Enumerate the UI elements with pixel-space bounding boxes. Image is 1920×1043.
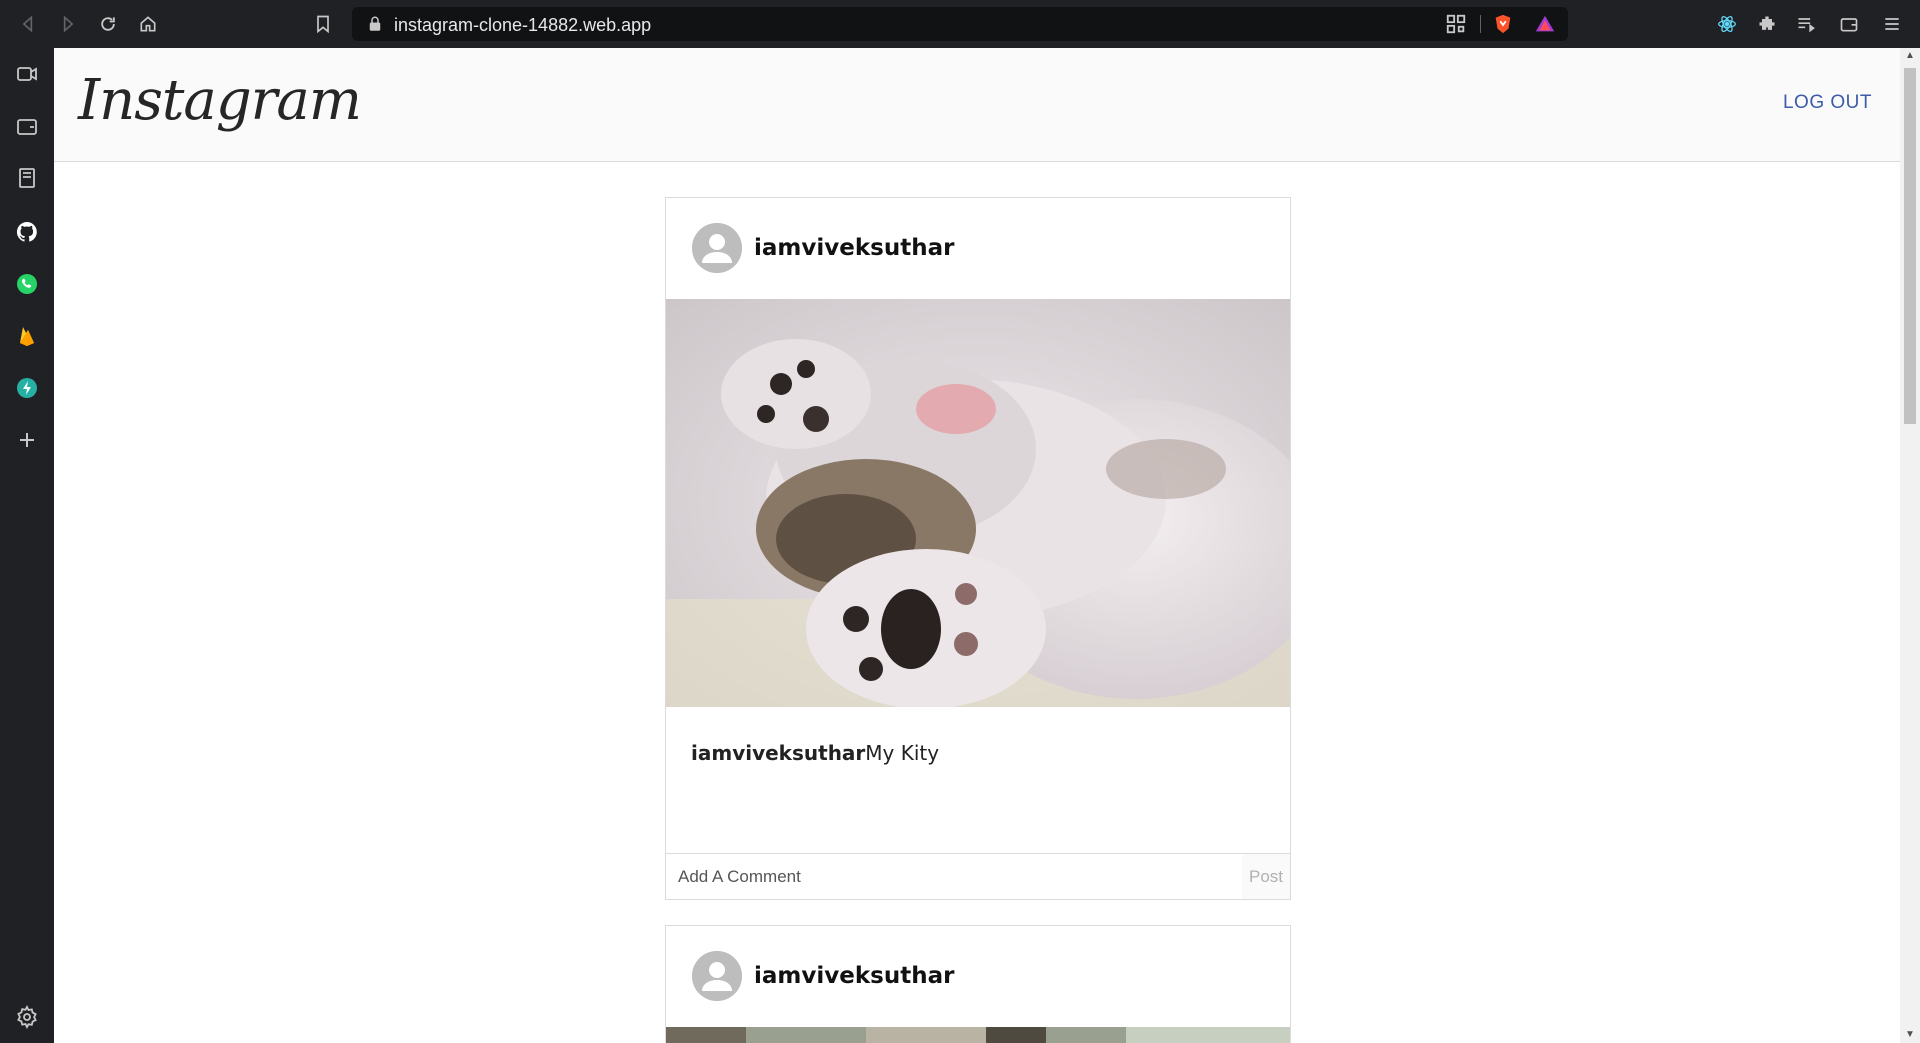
menu-icon[interactable]: [1878, 10, 1906, 38]
bookmark-icon[interactable]: [309, 10, 337, 38]
instagram-logo: Instagram: [78, 68, 362, 133]
brave-rewards-icon[interactable]: [1534, 13, 1556, 35]
post-header: iamviveksuthar: [666, 926, 1290, 1027]
app-header: Instagram LOG OUT: [54, 48, 1900, 162]
playlist-icon[interactable]: [1792, 10, 1820, 38]
back-icon[interactable]: [14, 10, 42, 38]
scroll-thumb[interactable]: [1904, 68, 1916, 424]
settings-icon[interactable]: [13, 1003, 41, 1031]
add-panel-icon[interactable]: [13, 426, 41, 454]
whatsapp-icon[interactable]: [13, 270, 41, 298]
wallet-sidebar-icon[interactable]: [13, 112, 41, 140]
scroll-up-icon[interactable]: ▲: [1905, 51, 1915, 61]
video-icon[interactable]: [13, 60, 41, 88]
lock-icon: [366, 15, 384, 33]
logout-button[interactable]: LOG OUT: [1783, 92, 1872, 114]
firebase-icon[interactable]: [13, 322, 41, 350]
post-comment-button[interactable]: Post: [1242, 854, 1290, 899]
post-card: iamviveksuthar: [665, 925, 1291, 1043]
caption-text: My Kity: [865, 741, 940, 765]
speed-dial-icon[interactable]: [13, 374, 41, 402]
post-username[interactable]: iamviveksuthar: [754, 963, 954, 989]
forward-icon[interactable]: [54, 10, 82, 38]
react-devtools-icon[interactable]: [1713, 10, 1741, 38]
post-image[interactable]: [666, 299, 1290, 707]
reload-icon[interactable]: [94, 10, 122, 38]
post-photo: [666, 1027, 1290, 1043]
page-viewport: Instagram LOG OUT iamviveksuthar iamvive…: [54, 48, 1900, 1043]
home-icon[interactable]: [134, 10, 162, 38]
post-card: iamviveksuthar: [665, 197, 1291, 900]
github-icon[interactable]: [13, 218, 41, 246]
browser-toolbar: instagram-clone-14882.web.app: [0, 0, 1920, 48]
scroll-down-icon[interactable]: ▼: [1905, 1030, 1915, 1040]
kitten-photo: [666, 299, 1290, 707]
post-caption: iamviveksutharMy Kity: [666, 707, 1290, 853]
wallet-icon[interactable]: [1835, 10, 1863, 38]
extensions-icon[interactable]: [1753, 10, 1781, 38]
page-scrollbar[interactable]: ▲ ▼: [1900, 48, 1920, 1043]
qr-code-icon[interactable]: [1445, 13, 1467, 35]
address-bar[interactable]: instagram-clone-14882.web.app: [352, 7, 1568, 41]
reading-list-icon[interactable]: [13, 164, 41, 192]
comment-box: Post: [666, 853, 1290, 899]
post-image[interactable]: [666, 1027, 1290, 1043]
brave-shield-icon[interactable]: [1492, 13, 1514, 35]
avatar[interactable]: [692, 951, 742, 1001]
separator: [1480, 15, 1481, 33]
caption-username[interactable]: iamviveksuthar: [691, 741, 865, 765]
url-text: instagram-clone-14882.web.app: [394, 15, 652, 35]
avatar[interactable]: [692, 223, 742, 273]
post-username[interactable]: iamviveksuthar: [754, 235, 954, 261]
comment-input[interactable]: [666, 854, 1242, 899]
post-header: iamviveksuthar: [666, 198, 1290, 299]
browser-sidebar: [0, 48, 54, 1043]
